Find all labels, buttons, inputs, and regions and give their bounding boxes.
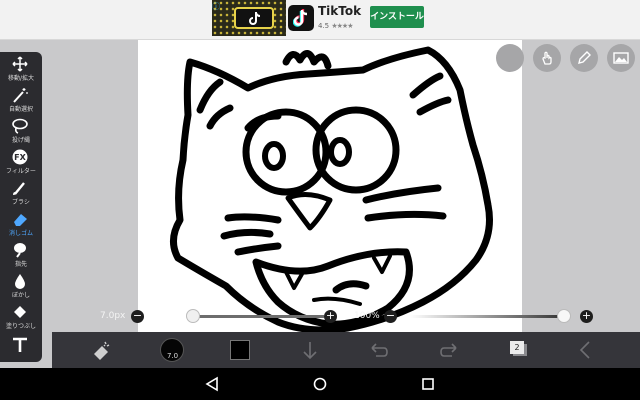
- pencil-icon: [578, 51, 591, 64]
- tool-blur[interactable]: ぼかし: [0, 271, 42, 301]
- droplet-icon: [15, 274, 25, 289]
- brush-size-increase-button[interactable]: +: [324, 310, 337, 323]
- finger-smudge-icon: [14, 243, 26, 258]
- ad-rating-value: 4.5: [318, 22, 330, 30]
- opacity-value: 100%: [354, 311, 380, 321]
- color-picker-button[interactable]: [230, 340, 250, 360]
- opacity-decrease-button[interactable]: −: [384, 310, 397, 323]
- tiktok-logo-icon: [293, 9, 308, 27]
- tiktok-app-icon[interactable]: [288, 5, 314, 31]
- tool-filter[interactable]: FX フィルター: [0, 147, 42, 177]
- brush-size-decrease-button[interactable]: −: [131, 310, 144, 323]
- arrow-down-icon: [303, 342, 317, 360]
- brush-size-slider-thumb[interactable]: [185, 309, 200, 323]
- brush-preview-button[interactable]: 7.0: [160, 338, 184, 362]
- hand-pointer-icon: [542, 51, 552, 65]
- ad-banner[interactable]: ⓘ TikTok 4.5 ★★★★ インストール: [0, 0, 640, 40]
- opacity-slider[interactable]: [410, 315, 570, 318]
- magic-wand-icon: [13, 88, 28, 103]
- tool-text[interactable]: [0, 335, 42, 365]
- text-icon: [13, 337, 27, 352]
- tool-move-label: 移動/拡大: [7, 75, 35, 82]
- ad-rating-stars: ★★★★: [331, 22, 353, 30]
- tool-lasso-label: 投げ縄: [11, 137, 30, 144]
- nav-recents-icon[interactable]: [420, 376, 436, 392]
- hide-ui-button[interactable]: [496, 44, 524, 72]
- brush-preview-value: 7.0: [167, 352, 179, 360]
- brush-size-value: 7.0px: [100, 311, 126, 321]
- tool-move[interactable]: 移動/拡大: [0, 54, 42, 84]
- redo-icon: [440, 343, 457, 357]
- eraser-icon: [14, 214, 27, 226]
- ad-thumbnail-logo-tile: [234, 7, 274, 29]
- tool-filter-label: フィルター: [6, 168, 36, 175]
- system-navigation-bar: [0, 368, 640, 400]
- lasso-icon: [12, 118, 28, 134]
- brush-icon: [13, 182, 25, 195]
- tool-blur-label: ぼかし: [11, 292, 30, 299]
- cat-drawing: [170, 46, 493, 334]
- ad-app-name[interactable]: TikTok: [318, 4, 361, 18]
- tool-eraser-label: 消しゴム: [8, 230, 33, 237]
- redo-button[interactable]: [436, 336, 464, 364]
- tool-brush-label: ブラシ: [12, 199, 30, 206]
- tool-brush[interactable]: ブラシ: [0, 178, 42, 208]
- tool-smudge[interactable]: 指先: [0, 240, 42, 270]
- undo-button[interactable]: [364, 336, 392, 364]
- opacity-slider-thumb[interactable]: [556, 309, 571, 323]
- image-icon: [613, 52, 629, 64]
- back-button[interactable]: [572, 336, 600, 364]
- nav-home-icon[interactable]: [312, 376, 328, 392]
- ad-thumbnail[interactable]: [212, 0, 286, 36]
- fx-icon: FX: [12, 149, 28, 165]
- ad-info-icon[interactable]: ⓘ: [212, 2, 222, 12]
- nav-back-icon[interactable]: [204, 376, 220, 392]
- opacity-increase-button[interactable]: +: [580, 310, 593, 323]
- brush-settings-button[interactable]: [88, 336, 116, 364]
- image-import-button[interactable]: [607, 44, 635, 72]
- undo-icon: [371, 343, 388, 357]
- tool-auto-select-label: 自動選択: [8, 106, 33, 113]
- tool-auto-select[interactable]: 自動選択: [0, 85, 42, 115]
- tiktok-note-icon: [249, 12, 261, 25]
- brush-settings-row: 7.0px − + 100% − +: [0, 306, 640, 328]
- ad-install-button[interactable]: インストール: [370, 6, 424, 28]
- chevron-left-icon: [579, 341, 590, 359]
- ad-rating: 4.5 ★★★★: [318, 22, 353, 30]
- tool-smudge-label: 指先: [14, 261, 27, 268]
- edit-pen-button[interactable]: [570, 44, 598, 72]
- brush-size-slider[interactable]: [156, 315, 324, 318]
- svg-text:FX: FX: [14, 153, 26, 162]
- move-arrows-icon: [12, 56, 28, 72]
- download-button[interactable]: [296, 336, 324, 364]
- eraser-settings-icon: [94, 341, 110, 360]
- hand-tool-button[interactable]: [533, 44, 561, 72]
- drawing-canvas[interactable]: [138, 40, 522, 338]
- layer-count-badge: 2: [510, 341, 524, 354]
- tool-lasso[interactable]: 投げ縄: [0, 116, 42, 146]
- tool-eraser[interactable]: 消しゴム: [0, 209, 42, 239]
- app-screen: ⓘ TikTok 4.5 ★★★★ インストール 移動/拡大 自動選択 投げ縄 …: [0, 0, 640, 400]
- bottom-toolbar: 7.0 2: [52, 332, 640, 368]
